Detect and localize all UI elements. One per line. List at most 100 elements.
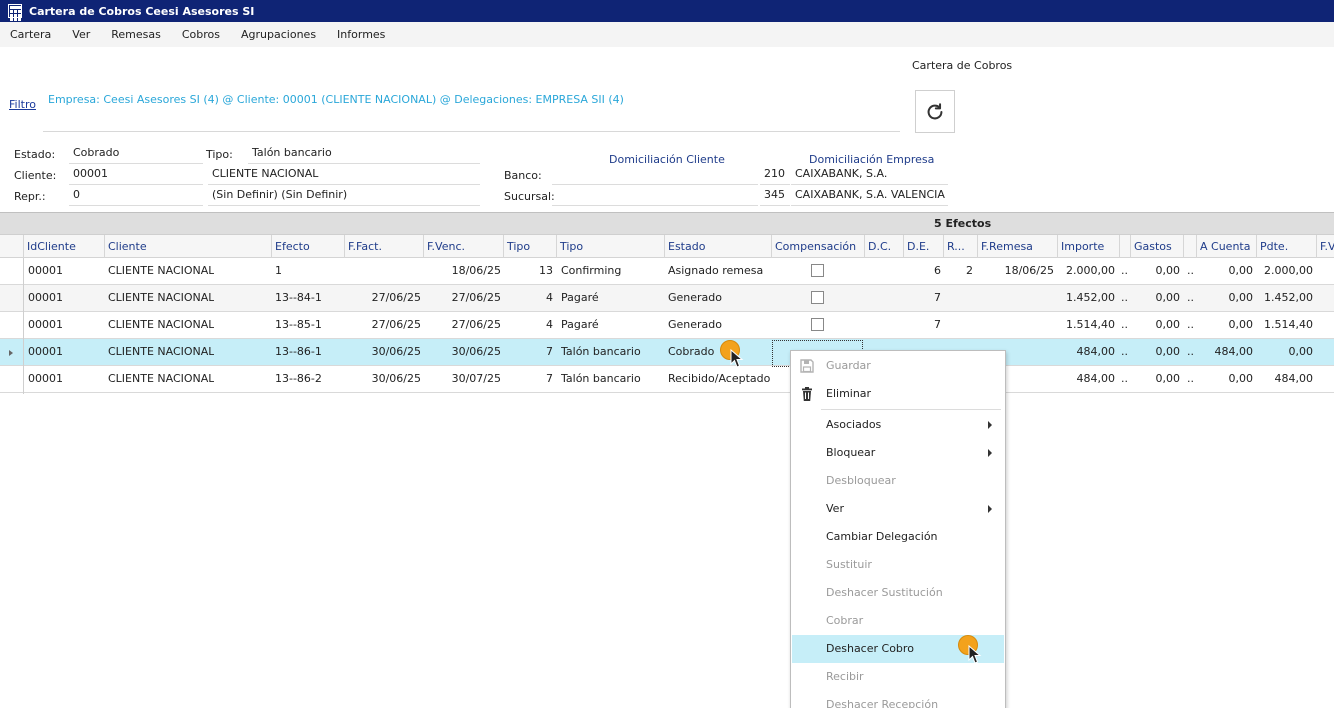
menu-item-asociados[interactable]: Asociados <box>792 411 1004 439</box>
table-row[interactable]: 00001 CLIENTE NACIONAL 13--85-1 27/06/25… <box>0 312 1334 339</box>
cell-acuenta: 484,00 <box>1214 345 1254 358</box>
banco-empresa-name: CAIXABANK, S.A. <box>791 167 948 185</box>
menu-item-cambiar-delegacion[interactable]: Cambiar Delegación <box>792 523 1004 551</box>
col-ffact[interactable]: F.Fact. <box>344 235 423 258</box>
cell-pdte: 484,00 <box>1274 372 1314 385</box>
cell-importe-dots: .. <box>1121 264 1128 277</box>
menu-agrupaciones[interactable]: Agrupaciones <box>241 28 316 41</box>
menu-ver[interactable]: Ver <box>72 28 90 41</box>
estado-label: Estado: <box>14 148 56 161</box>
cliente-code: 00001 <box>69 167 203 185</box>
cell-cliente: CLIENTE NACIONAL <box>108 345 215 358</box>
sucursal-label: Sucursal: <box>504 190 555 203</box>
cell-gastos: 0,00 <box>1155 345 1181 358</box>
cell-idcliente: 00001 <box>28 264 63 277</box>
col-importe[interactable]: Importe <box>1057 235 1119 258</box>
cell-fremesa <box>977 312 1054 338</box>
menu-item-desbloquear[interactable]: Desbloquear <box>792 467 1004 495</box>
menu-item-deshacer-recepcion[interactable]: Deshacer Recepción <box>792 691 1004 708</box>
tipo-label: Tipo: <box>206 148 233 161</box>
menu-item-sustituir[interactable]: Sustituir <box>792 551 1004 579</box>
cell-ffact: 27/06/25 <box>371 291 421 304</box>
cell-pdte: 2.000,00 <box>1264 264 1313 277</box>
compensacion-checkbox[interactable] <box>811 318 824 331</box>
cell-importe: 1.514,40 <box>1066 318 1115 331</box>
col-gastos[interactable]: Gastos <box>1130 235 1183 258</box>
col-acuenta[interactable]: A Cuenta <box>1196 235 1256 258</box>
cell-idcliente: 00001 <box>28 345 63 358</box>
table-row-selected[interactable]: 00001 CLIENTE NACIONAL 13--86-1 30/06/25… <box>0 339 1334 366</box>
col-cliente[interactable]: Cliente <box>104 235 270 258</box>
menu-item-guardar[interactable]: Guardar <box>792 352 1004 380</box>
repr-code: 0 <box>69 188 203 206</box>
menu-item-label: Deshacer Recepción <box>826 698 939 708</box>
col-dc[interactable]: D.C. <box>864 235 903 258</box>
col-importe-more[interactable] <box>1119 235 1130 258</box>
col-gastos-more[interactable] <box>1183 235 1196 258</box>
col-compensacion[interactable]: Compensación <box>771 235 864 258</box>
col-fv[interactable]: F.V <box>1316 235 1334 258</box>
filter-link[interactable]: Filtro <box>9 98 36 111</box>
menu-remesas[interactable]: Remesas <box>111 28 161 41</box>
cell-pdte: 1.514,40 <box>1264 318 1313 331</box>
cell-fvenc: 30/07/25 <box>451 372 501 385</box>
menu-bar: Cartera Ver Remesas Cobros Agrupaciones … <box>0 22 1334 47</box>
cliente-label: Cliente: <box>14 169 57 182</box>
menu-item-ver[interactable]: Ver <box>792 495 1004 523</box>
cell-idcliente: 00001 <box>28 372 63 385</box>
col-estado[interactable]: Estado <box>664 235 771 258</box>
col-efecto[interactable]: Efecto <box>271 235 344 258</box>
dom-cliente-heading: Domiciliación Cliente <box>609 153 725 166</box>
sucursal-empresa-code: 345 <box>760 188 790 206</box>
refresh-button[interactable] <box>915 90 955 133</box>
cell-tipo-num: 4 <box>546 291 553 304</box>
col-idcliente[interactable]: IdCliente <box>23 235 103 258</box>
cell-acuenta: 0,00 <box>1228 264 1254 277</box>
menu-item-eliminar[interactable]: Eliminar <box>792 380 1004 408</box>
col-tipo-num[interactable]: Tipo <box>503 235 556 258</box>
col-fvenc[interactable]: F.Venc. <box>423 235 503 258</box>
menu-item-label: Deshacer Cobro <box>826 642 914 655</box>
cell-efecto: 13--84-1 <box>275 291 322 304</box>
col-de[interactable]: D.E. <box>903 235 943 258</box>
cell-gastos: 0,00 <box>1155 318 1181 331</box>
cell-importe: 1.452,00 <box>1066 291 1115 304</box>
calculator-icon <box>8 4 22 21</box>
col-r[interactable]: R... <box>943 235 977 258</box>
trash-icon <box>802 387 812 401</box>
window-title: Cartera de Cobros Ceesi Asesores SI <box>29 4 255 18</box>
table-row[interactable]: 00001 CLIENTE NACIONAL 1 18/06/25 13 Con… <box>0 258 1334 285</box>
menu-item-cobrar[interactable]: Cobrar <box>792 607 1004 635</box>
cell-de: 6 <box>934 264 941 277</box>
menu-informes[interactable]: Informes <box>337 28 385 41</box>
menu-item-recibir[interactable]: Recibir <box>792 663 1004 691</box>
refresh-icon <box>927 102 943 119</box>
menu-item-deshacer-sustitucion[interactable]: Deshacer Sustitución <box>792 579 1004 607</box>
col-pdte[interactable]: Pdte. <box>1256 235 1316 258</box>
cell-r <box>943 285 973 311</box>
cell-importe: 484,00 <box>1076 372 1116 385</box>
cell-cliente: CLIENTE NACIONAL <box>108 318 215 331</box>
submenu-arrow-icon <box>988 421 992 429</box>
cell-tipo: Talón bancario <box>561 345 641 358</box>
table-row[interactable]: 00001 CLIENTE NACIONAL 13--84-1 27/06/25… <box>0 285 1334 312</box>
table-row[interactable]: 00001 CLIENTE NACIONAL 13--86-2 30/06/25… <box>0 366 1334 393</box>
cell-efecto: 13--86-1 <box>275 345 322 358</box>
panel-title: Cartera de Cobros <box>912 59 1013 72</box>
submenu-arrow-icon <box>988 505 992 513</box>
cell-importe-dots: .. <box>1121 291 1128 304</box>
submenu-arrow-icon <box>988 449 992 457</box>
menu-item-label: Desbloquear <box>826 474 896 487</box>
dom-empresa-heading: Domiciliación Empresa <box>809 153 935 166</box>
col-tipo[interactable]: Tipo <box>556 235 664 258</box>
col-fremesa[interactable]: F.Remesa <box>977 235 1057 258</box>
cell-importe: 2.000,00 <box>1066 264 1115 277</box>
cell-de: 7 <box>934 318 941 331</box>
menu-cartera[interactable]: Cartera <box>10 28 51 41</box>
compensacion-checkbox[interactable] <box>811 291 824 304</box>
cell-pdte: 0,00 <box>1288 345 1314 358</box>
cell-tipo-num: 13 <box>539 264 553 277</box>
menu-cobros[interactable]: Cobros <box>182 28 220 41</box>
compensacion-checkbox[interactable] <box>811 264 824 277</box>
menu-item-bloquear[interactable]: Bloquear <box>792 439 1004 467</box>
